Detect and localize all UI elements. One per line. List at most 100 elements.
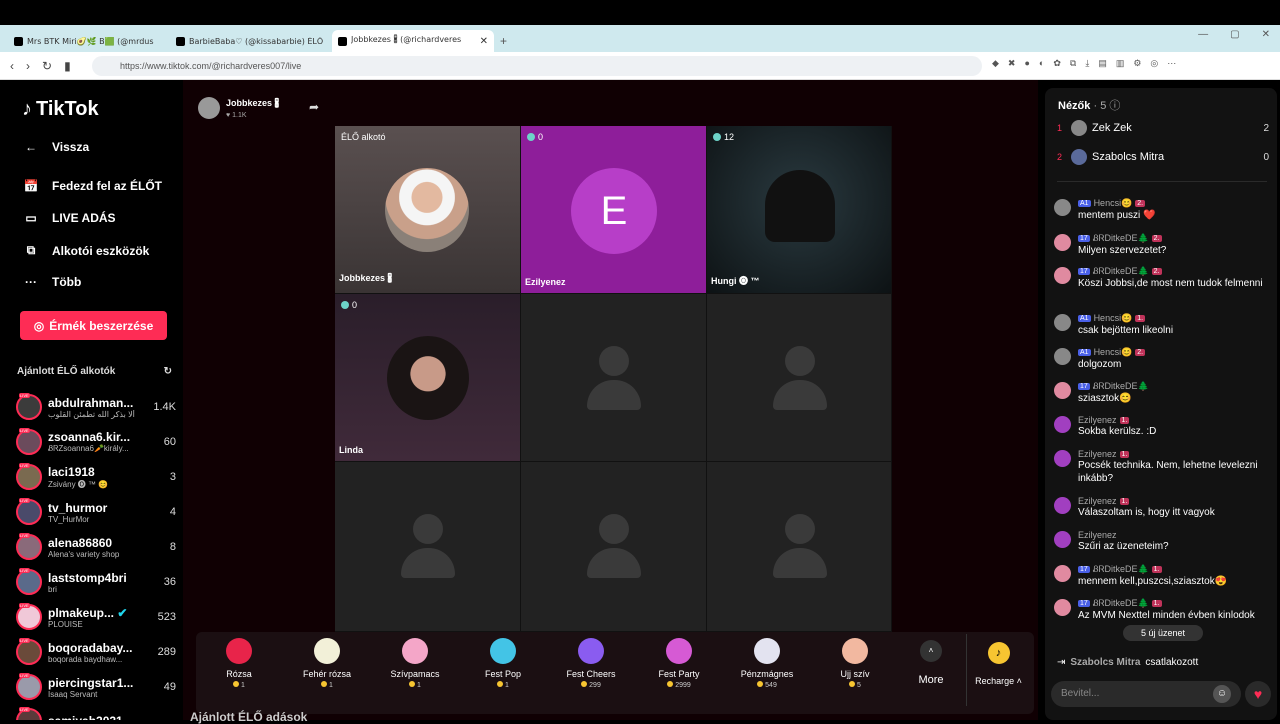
chat-message[interactable]: A1 Hencsi😊 1. csak bejöttem likeolni	[1054, 313, 1268, 337]
guest-cell[interactable]: 12 Hungi 🅞 ™	[707, 126, 892, 294]
empty-seat[interactable]	[707, 462, 892, 632]
gift-item[interactable]: Ujj szív 5	[812, 638, 898, 689]
gift-item[interactable]: Fest Party 2999	[636, 638, 722, 689]
chat-user: ᏰᏒDitkeDE🌲	[1092, 598, 1149, 608]
refresh-icon[interactable]: ↻	[164, 366, 172, 377]
top-viewer[interactable]: 2 Szabolcs Mitra 0	[1057, 146, 1269, 168]
chat-message[interactable]: 17 ᏰᏒDitkeDE🌲 sziasztok😊	[1054, 381, 1268, 405]
minimize-icon[interactable]: —	[1198, 29, 1208, 40]
gift-item[interactable]: Fest Cheers 299	[548, 638, 634, 689]
chat-message[interactable]: 17 ᏰᏒDitkeDE🌲 1. mennem kell,puszcsi,sziasz…	[1054, 564, 1268, 588]
gift-item[interactable]: Fest Pop 1	[460, 638, 546, 689]
like-heart-icon[interactable]: ♥	[1245, 681, 1271, 707]
fest-party-gift-icon	[666, 638, 692, 664]
gift-price: 2999	[636, 681, 722, 689]
nav-back[interactable]: ← Vissza	[22, 140, 89, 154]
chat-message[interactable]: Ezilyenez 1. Sokba kerülsz. :D	[1054, 415, 1268, 438]
gift-price: 5	[812, 681, 898, 689]
nav-explore-live[interactable]: 📅 Fedezd fel az ÉLŐT	[22, 179, 163, 193]
gift-item[interactable]: Szívpamacs 1	[372, 638, 458, 689]
extension-icon[interactable]: ✿	[1053, 58, 1061, 69]
browser-tab-active[interactable]: Jobbkezes 🖁 (@richardveres ✕	[332, 30, 494, 52]
extension-icon[interactable]: ▥	[1116, 58, 1125, 69]
fan-badge: 1.	[1151, 566, 1162, 573]
camera-icon: ▭	[25, 211, 37, 225]
chat-message[interactable]: A1 Hencsi😊 2. dolgozom	[1054, 347, 1268, 371]
nav-more[interactable]: ··· Több	[22, 275, 81, 289]
new-messages-pill[interactable]: 5 új üzenet	[1123, 625, 1203, 641]
emoji-icon[interactable]: ☺	[1213, 685, 1231, 703]
level-badge: A1	[1078, 315, 1091, 322]
creator-item[interactable]: laststomp4bribri 36	[16, 565, 176, 599]
menu-icon[interactable]: ⋯	[1167, 58, 1176, 69]
extension-icon[interactable]: ⧉	[1070, 58, 1076, 69]
tiktok-logo[interactable]: ♪ TikTok	[22, 98, 99, 121]
creator-item[interactable]: abdulrahman...ألا بذكر الله تطمئن القلوب…	[16, 390, 176, 424]
reload-icon[interactable]: ↻	[42, 59, 52, 73]
creator-item[interactable]: zsoanna6.kir...ᏰᏒZsoanna6🥕király... 60	[16, 425, 176, 459]
chat-message[interactable]: Ezilyenez Szűri az üzeneteim?	[1054, 530, 1268, 553]
get-coins-button[interactable]: ◎ Érmék beszerzése	[20, 311, 167, 340]
empty-seat[interactable]	[521, 294, 707, 462]
creator-item[interactable]: alena86860Alena's variety shop 8	[16, 530, 176, 564]
chat-message[interactable]: 17 ᏰᏒDitkeDE🌲 2. Milyen szervezetet?	[1054, 233, 1268, 257]
chat-message[interactable]: 17 ᏰᏒDitkeDE🌲 2. Köszi Jobbsi,de most nem t…	[1054, 266, 1268, 290]
extension-icon[interactable]: ▤	[1098, 58, 1107, 69]
extension-icon[interactable]: ◎	[1150, 58, 1158, 69]
viewer-count: 3	[169, 471, 176, 483]
creator-item[interactable]: laci1918Zsivány 🅞 ™ 😊 3	[16, 460, 176, 494]
empty-seat[interactable]	[521, 462, 707, 632]
info-icon[interactable]: ⓘ	[1109, 100, 1120, 112]
nav-label: Alkotói eszközök	[52, 243, 150, 258]
chat-message[interactable]: Ezilyenez 1. Pocsék technika. Nem, lehetne…	[1054, 449, 1268, 485]
close-tab-icon[interactable]: ✕	[480, 36, 488, 47]
creator-item[interactable]: plmakeup... ✔PLOUISE523	[16, 600, 176, 634]
extension-icon[interactable]: ●	[1024, 58, 1029, 69]
guest-cell[interactable]: 0 Linda	[335, 294, 521, 462]
close-window-icon[interactable]: ✕	[1262, 29, 1270, 40]
gift-item[interactable]: Rózsa 1	[196, 638, 282, 689]
creator-item[interactable]: samiyah2021	[16, 704, 176, 720]
fan-badge: 1.	[1135, 315, 1146, 322]
chat-message[interactable]: 17 ᏰᏒDitkeDE🌲 1. Az MVM Nexttel minden évbe…	[1054, 598, 1268, 622]
creator-item[interactable]: tv_hurmorTV_HurMor 4	[16, 495, 176, 529]
extension-icon[interactable]: ✖	[1008, 58, 1016, 69]
bookmark-icon[interactable]: ▮	[64, 59, 71, 73]
extension-icon[interactable]: ◐	[1039, 58, 1044, 69]
more-gifts-button[interactable]: ˄ More	[911, 640, 951, 686]
share-icon[interactable]: ➦	[309, 100, 319, 114]
nav-live-studio[interactable]: ▭ LIVE ADÁS	[22, 211, 115, 225]
guest-cell[interactable]: 0 E Ezilyenez	[521, 126, 707, 294]
creator-name: boqoradabay...	[48, 640, 133, 655]
guest-cell-host[interactable]: ÉLŐ alkotó Jobbkezes 🖁	[335, 126, 521, 294]
empty-seat[interactable]	[335, 462, 521, 632]
gift-item[interactable]: Pénzmágnes 549	[724, 638, 810, 689]
viewer-score: 0	[1263, 151, 1269, 163]
creator-item[interactable]: piercingstar1...Isaaq Servant 49	[16, 670, 176, 704]
download-icon[interactable]: ⤓	[1085, 58, 1089, 69]
host-info[interactable]: Jobbkezes 🖁 ♥ 1.1K	[198, 96, 279, 119]
top-viewer[interactable]: 1 Zek Zek 2	[1057, 117, 1269, 139]
chat-text: mentem puszi ❤️	[1078, 210, 1156, 221]
creator-name-text: plmakeup...	[48, 605, 115, 620]
creator-item[interactable]: boqoradabay...boqorada baydhaw... 289	[16, 635, 176, 669]
recharge-button[interactable]: ♪ Recharge ˄	[966, 634, 1030, 706]
nav-creator-tools[interactable]: ⧉ Alkotói eszközök	[22, 243, 150, 258]
maximize-icon[interactable]: ▢	[1230, 29, 1239, 40]
browser-tab[interactable]: Mrs BTK Miri🥑🌿 B🟩 (@mrdus	[8, 30, 170, 52]
forward-icon[interactable]: ›	[26, 59, 30, 73]
new-tab-icon[interactable]: +	[500, 34, 507, 48]
url-input[interactable]: https://www.tiktok.com/@richardveres007/…	[92, 56, 982, 76]
gift-name: Pénzmágnes	[740, 669, 794, 679]
gift-item[interactable]: Fehér rózsa 1	[284, 638, 370, 689]
chat-user: Hencsi😊	[1093, 313, 1133, 323]
chat-message[interactable]: Ezilyenez 1. Válaszoltam is, hogy itt vagy…	[1054, 496, 1268, 519]
browser-tab[interactable]: BarbieBaba♡ (@kissabarbie) ÉLŐ ad	[170, 30, 332, 52]
extension-icon[interactable]: ⚙	[1133, 58, 1141, 69]
chat-message[interactable]: A1 Hencsi😊 2. mentem puszi ❤️	[1054, 198, 1268, 222]
chat-input-placeholder: Bevitel...	[1061, 688, 1100, 699]
extension-icon[interactable]: ◆	[992, 58, 999, 69]
empty-seat[interactable]	[707, 294, 892, 462]
back-icon[interactable]: ‹	[10, 59, 14, 73]
avatar	[1071, 149, 1087, 165]
